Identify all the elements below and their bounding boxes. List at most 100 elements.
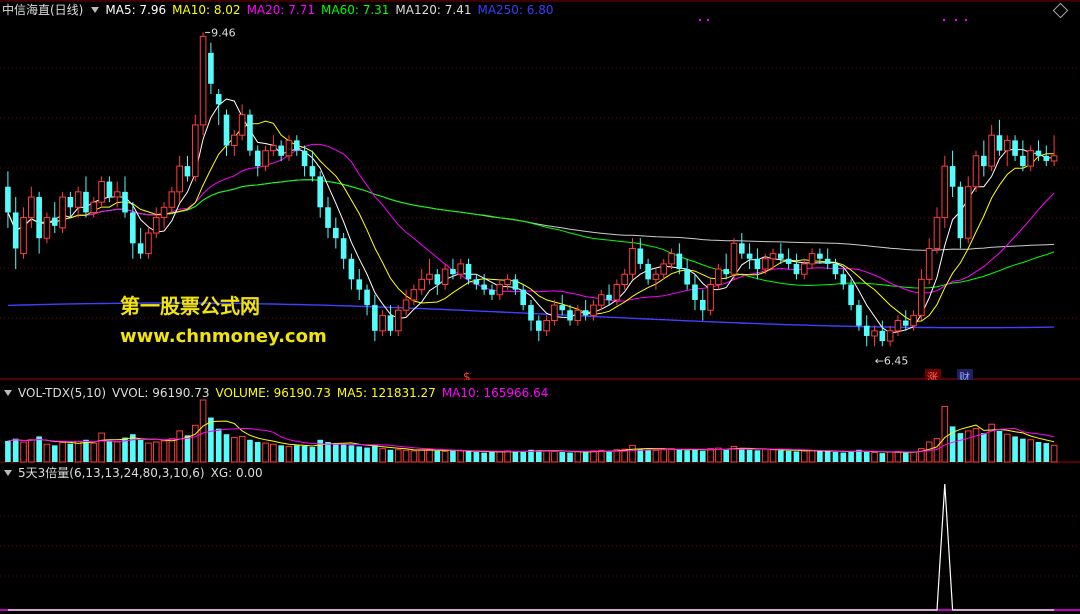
candle-body: [840, 274, 847, 285]
price-chart[interactable]: 9.46 ←6.45 $ 涨 财: [0, 0, 1080, 380]
volume-bar: [450, 450, 456, 462]
candle: [629, 238, 636, 280]
candle: [684, 258, 690, 290]
candle-body: [964, 186, 972, 239]
candle: [692, 274, 698, 311]
volume-bar: [996, 430, 1003, 462]
candle: [1012, 135, 1018, 161]
candle: [590, 299, 597, 321]
volume-bar: [629, 444, 636, 463]
candle: [996, 119, 1003, 156]
candle-body: [309, 166, 316, 177]
volume-bar: [925, 441, 933, 463]
candle: [333, 217, 339, 249]
candle: [364, 284, 370, 316]
candle: [98, 176, 105, 208]
candle-body: [5, 186, 11, 213]
candle-body: [36, 197, 42, 239]
volume-bar: [231, 437, 238, 463]
candle-body: [800, 263, 808, 275]
candle-body: [122, 191, 128, 213]
candle: [122, 176, 128, 218]
volume-bar: [168, 438, 176, 463]
candle-body: [28, 196, 35, 219]
candle-body: [793, 263, 800, 275]
volume-bar: [340, 444, 347, 462]
volume-bar: [43, 443, 51, 463]
volume-bar: [270, 443, 277, 463]
candle-body: [356, 279, 363, 290]
candle-body: [660, 263, 668, 275]
candle: [325, 197, 331, 239]
volume-bar: [348, 445, 355, 462]
candle-body: [208, 52, 214, 84]
candle-body: [981, 155, 987, 167]
volume-bar: [754, 450, 761, 462]
candle-body: [879, 330, 886, 342]
volume-bar: [184, 435, 191, 462]
candle: [957, 181, 964, 249]
candle: [450, 258, 456, 280]
candle: [863, 315, 870, 347]
candle: [746, 243, 753, 270]
candle-body: [176, 165, 183, 193]
candle: [597, 289, 605, 311]
volume-bar: [808, 449, 816, 463]
candle-body: [317, 176, 324, 208]
candle: [918, 269, 925, 321]
candle-body: [496, 284, 504, 296]
candle: [660, 258, 668, 280]
volume-bar: [293, 445, 300, 462]
volume-bar: [418, 449, 426, 463]
candle-body: [231, 134, 238, 147]
volume-bar: [886, 451, 894, 463]
volume-bar: [465, 451, 472, 462]
candle: [676, 243, 683, 275]
volume-bar: [208, 417, 214, 462]
candle: [785, 248, 792, 270]
signal-dot: [954, 18, 958, 22]
candle-body: [262, 150, 269, 167]
volume-bar: [12, 438, 19, 462]
candle: [208, 42, 214, 95]
candle-body: [333, 227, 339, 239]
candle-body: [582, 310, 589, 316]
candle: [793, 253, 800, 280]
candle-body: [59, 196, 66, 229]
indicator-chart[interactable]: [0, 464, 1080, 614]
volume-chart[interactable]: [0, 384, 1080, 464]
volume-bar: [707, 448, 714, 463]
watermark-url: www.chnmoney.com: [120, 326, 327, 347]
volume-bar: [660, 449, 668, 463]
volume-bar: [5, 440, 11, 462]
candle-body: [902, 320, 909, 326]
volume-bar: [778, 450, 784, 462]
volume-bar: [832, 451, 839, 462]
candle: [67, 191, 74, 218]
volume-bar: [247, 439, 253, 462]
candle-body: [785, 258, 792, 264]
candle-body: [51, 217, 58, 226]
candle: [778, 243, 784, 264]
candle: [925, 238, 933, 285]
volume-bar: [410, 450, 418, 463]
volume-bar: [364, 447, 370, 462]
candle-body: [1012, 140, 1018, 156]
candle-body: [512, 279, 519, 290]
candle-body: [1003, 139, 1011, 152]
candle: [559, 294, 566, 316]
candle: [387, 305, 394, 336]
candle: [434, 269, 441, 295]
candle-body: [597, 294, 605, 306]
candle: [567, 305, 573, 326]
candle: [372, 294, 378, 342]
candle: [840, 269, 847, 290]
candle-body: [160, 206, 168, 219]
candle: [535, 315, 542, 342]
volume-bar: [848, 450, 854, 462]
candle-body: [715, 268, 722, 286]
volume-bar: [567, 452, 573, 462]
candle-body: [574, 309, 582, 322]
candle-body: [489, 289, 495, 295]
candle-body: [778, 253, 784, 259]
